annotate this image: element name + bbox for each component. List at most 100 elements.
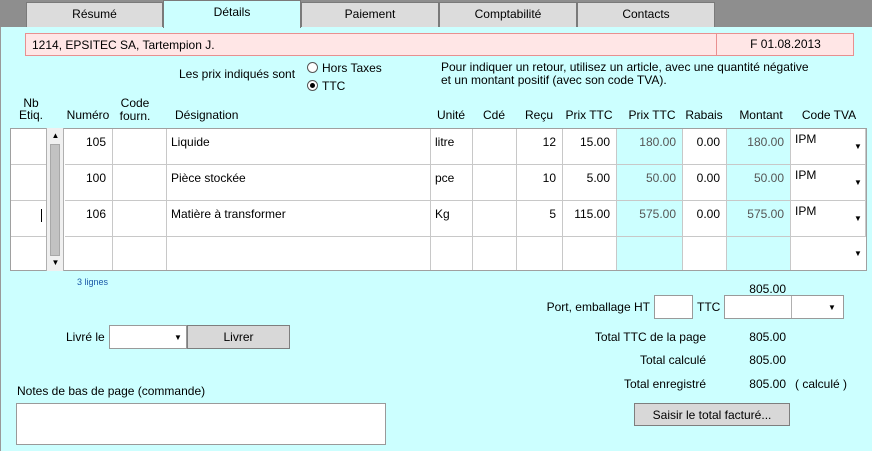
cell-etiq[interactable] [11,237,47,270]
page-total-value: 805.00 [749,330,786,344]
tab-bar: Résumé Comptabilité Contacts Paiement Dé… [0,0,872,28]
cell-recu[interactable]: 5 [517,201,563,237]
registered-total-note: ( calculé ) [795,377,848,391]
tab-details[interactable]: Détails [163,0,301,28]
cell-code-fourn[interactable] [113,237,167,270]
cell-montant: 180.00 [727,129,791,165]
col-recu: Reçu [524,108,553,122]
client-name: 1214, EPSITEC SA, Tartempion J. [32,38,215,52]
port-ttc-input[interactable]: ▼ [724,295,844,319]
chevron-down-icon[interactable]: ▼ [851,140,865,154]
col-numero: Numéro [66,108,110,122]
col-unite: Unité [436,108,465,122]
window: Résumé Comptabilité Contacts Paiement Dé… [0,0,872,451]
cell-prix[interactable]: 15.00 [563,129,617,165]
col-rabais: Rabais [685,108,723,122]
cell-recu[interactable] [517,237,563,270]
calc-total-value: 805.00 [749,353,786,367]
cell-recu[interactable]: 10 [517,165,563,201]
cell-unite[interactable]: litre [431,129,473,165]
enter-total-button[interactable]: Saisir le total facturé... [634,403,790,426]
radio-circle[interactable] [307,62,318,73]
col-montant: Montant [739,108,783,122]
cell-numero[interactable]: 105 [65,129,113,165]
document-number: F 01.08.2013 [716,34,854,55]
cell-cde[interactable] [473,237,517,270]
radio-hors-taxes[interactable]: Hors Taxes [307,61,382,75]
tab-contacts[interactable]: Contacts [577,2,715,27]
radio-ttc[interactable]: TTC [307,79,345,93]
cell-cde[interactable] [473,201,517,237]
cell-prix[interactable]: 115.00 [563,201,617,237]
cell-prix-calc [617,237,683,270]
prices-label: Les prix indiqués sont [179,67,296,81]
scroll-down-icon[interactable]: ▼ [48,256,63,270]
registered-total-label: Total enregistré [623,377,706,391]
delivery-label: Livré le [66,330,105,344]
registered-total-value: 805.00 [749,377,786,391]
return-hint: Pour indiquer un retour, utilisez un art… [441,60,809,87]
grid-scrollbar[interactable]: ▲ ▼ [46,128,64,271]
cell-prix-calc: 50.00 [617,165,683,201]
radio-ttc-label: TTC [322,79,346,93]
cell-etiq[interactable] [11,201,47,237]
cell-unite[interactable]: Kg [431,201,473,237]
cell-rabais[interactable] [683,237,727,270]
port-ht-input[interactable] [654,295,693,319]
cell-etiq[interactable] [11,129,47,165]
chevron-down-icon[interactable]: ▼ [825,301,839,315]
cell-cde[interactable] [473,129,517,165]
cell-rabais[interactable]: 0.00 [683,201,727,237]
deliver-button[interactable]: Livrer [187,325,290,349]
cell-designation[interactable]: Pièce stockée [167,165,431,201]
cell-rabais[interactable]: 0.00 [683,129,727,165]
col-etiq: Etiq. [18,108,43,122]
chevron-down-icon[interactable]: ▼ [851,212,865,226]
cell-prix-calc: 180.00 [617,129,683,165]
chevron-down-icon[interactable]: ▼ [851,176,865,190]
cell-recu[interactable]: 12 [517,129,563,165]
cell-designation[interactable] [167,237,431,270]
delivery-date-input[interactable]: ▼ [109,325,187,349]
cell-designation[interactable]: Matière à transformer [167,201,431,237]
col-cde: Cdé [482,108,505,122]
client-bar: 1214, EPSITEC SA, Tartempion J. F 01.08.… [25,33,854,56]
col-prix-ttc-calc: Prix TTC [628,108,676,122]
cell-unite[interactable] [431,237,473,270]
cell-unite[interactable]: pce [431,165,473,201]
col-code-fourn: Code fourn. [119,96,151,123]
cell-designation[interactable]: Liquide [167,129,431,165]
cell-montant [727,237,791,270]
cell-numero[interactable] [65,237,113,270]
cell-numero[interactable]: 106 [65,201,113,237]
cell-prix[interactable] [563,237,617,270]
cell-code-fourn[interactable] [113,201,167,237]
scroll-thumb[interactable] [50,144,60,256]
lines-grid: 105 Liquide litre 12 15.00 180.00 0.00 1… [10,128,867,271]
cell-prix-calc: 575.00 [617,201,683,237]
page-total-label: Total TTC de la page [594,330,706,344]
tab-comptabilite[interactable]: Comptabilité [439,2,577,27]
cell-montant: 50.00 [727,165,791,201]
cell-etiq[interactable] [11,165,47,201]
text-caret [41,209,42,222]
cell-prix[interactable]: 5.00 [563,165,617,201]
scroll-up-icon[interactable]: ▲ [48,129,63,143]
separator [791,296,792,318]
cell-code-fourn[interactable] [113,129,167,165]
cell-code-fourn[interactable] [113,165,167,201]
cell-numero[interactable]: 100 [65,165,113,201]
notes-label: Notes de bas de page (commande) [17,384,206,398]
cell-rabais[interactable]: 0.00 [683,165,727,201]
line-count: 3 lignes [77,277,109,287]
tab-resume[interactable]: Résumé [26,2,163,27]
tab-paiement[interactable]: Paiement [301,2,439,27]
radio-hors-taxes-label: Hors Taxes [322,61,382,75]
calc-total-label: Total calculé [639,353,706,367]
radio-circle-selected[interactable] [307,80,318,91]
chevron-down-icon[interactable]: ▼ [171,331,185,345]
cell-cde[interactable] [473,165,517,201]
notes-textarea[interactable] [16,403,386,445]
chevron-down-icon[interactable]: ▼ [851,247,865,261]
cell-montant: 575.00 [727,201,791,237]
